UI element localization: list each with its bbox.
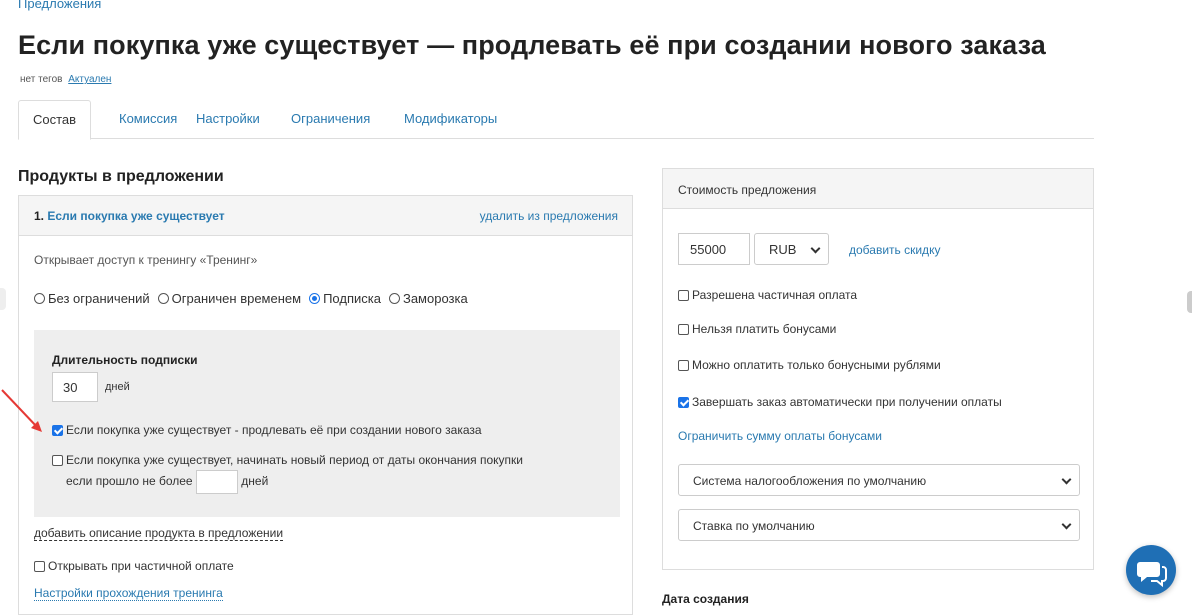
new-period-checkbox[interactable] — [52, 455, 63, 467]
radio-unlimited-label: Без ограничений — [48, 291, 150, 306]
tags-label: нет тегов — [20, 74, 63, 85]
chat-bubble-icon — [1137, 562, 1167, 588]
access-type-radio-group: Без ограничений Ограничен временем Подпи… — [34, 291, 468, 306]
radio-time-limited-label: Ограничен временем — [171, 291, 302, 306]
auto-complete-label: Завершать заказ автоматически при получе… — [692, 395, 1002, 409]
radio-freeze-dot[interactable] — [388, 293, 400, 304]
offer-meta: нет тегов Актуален — [20, 74, 111, 85]
radio-freeze-label: Заморозка — [402, 291, 468, 306]
radio-subscription-dot[interactable] — [309, 293, 321, 304]
new-period-days-unit: дней — [241, 474, 269, 489]
radio-time-limited-dot[interactable] — [157, 293, 169, 304]
tax-rate-select[interactable]: Ставка по умолчанию — [678, 509, 1080, 541]
bonus-only-checkbox[interactable] — [678, 360, 689, 372]
no-bonus-checkbox[interactable] — [678, 324, 689, 336]
limit-bonus-payment-link[interactable]: Ограничить сумму оплаты бонусами — [678, 429, 882, 443]
page-title: Если покупка уже существует — продлевать… — [18, 30, 1046, 60]
new-period-label: Если покупка уже существует, начинать но… — [66, 453, 523, 467]
tab-settings[interactable]: Настройки — [182, 100, 274, 139]
partial-payment-option[interactable]: Разрешена частичная оплата — [678, 288, 857, 302]
bonus-only-label: Можно оплатить только бонусными рублями — [692, 358, 941, 372]
subscription-duration-title: Длительность подписки — [52, 353, 198, 367]
new-period-days-row: если прошло не более дней — [66, 470, 268, 494]
new-period-days-input[interactable] — [195, 470, 238, 494]
radio-time-limited[interactable]: Ограничен временем — [157, 291, 302, 306]
created-date-label: Дата создания — [662, 592, 749, 606]
tax-system-value: Система налогообложения по умолчанию — [693, 474, 927, 488]
products-section-title: Продукты в предложении — [18, 168, 224, 185]
radio-subscription-label: Подписка — [323, 291, 381, 306]
partial-payment-checkbox[interactable] — [678, 290, 689, 302]
training-settings-link[interactable]: Настройки прохождения тренинга — [34, 586, 223, 601]
tab-composition[interactable]: Состав — [18, 100, 92, 140]
radio-freeze[interactable]: Заморозка — [388, 291, 468, 306]
partial-payment-label: Разрешена частичная оплата — [692, 288, 858, 302]
left-scroll-handle[interactable] — [0, 288, 6, 310]
chat-button[interactable] — [1126, 545, 1176, 595]
radio-unlimited[interactable]: Без ограничений — [34, 291, 150, 306]
radio-subscription[interactable]: Подписка — [309, 291, 381, 306]
subscription-settings-box: Длительность подписки 30 дней Если покуп… — [34, 330, 620, 517]
chevron-down-icon — [810, 243, 821, 254]
product-link[interactable]: Если покупка уже существует — [47, 209, 224, 223]
extend-purchase-label: Если покупка уже существует - продлевать… — [66, 423, 482, 437]
auto-complete-checkbox[interactable] — [678, 397, 689, 409]
red-arrow-icon — [1, 389, 42, 432]
subscription-duration-unit: дней — [105, 381, 130, 393]
chevron-down-icon — [1061, 519, 1072, 530]
extend-purchase-checkbox[interactable] — [52, 425, 63, 437]
tax-system-select[interactable]: Система налогообложения по умолчанию — [678, 464, 1080, 496]
price-input[interactable]: 55000 — [678, 233, 750, 265]
product-number: 1. — [34, 209, 45, 223]
price-panel: Стоимость предложения 55000 RUB добавить… — [662, 168, 1094, 570]
auto-complete-option[interactable]: Завершать заказ автоматически при получе… — [678, 395, 1002, 409]
extend-purchase-option[interactable]: Если покупка уже существует - продлевать… — [52, 423, 482, 437]
partial-payment-open-option[interactable]: Открывать при частичной оплате — [34, 559, 234, 573]
bonus-only-option[interactable]: Можно оплатить только бонусными рублями — [678, 358, 941, 372]
status-link[interactable]: Актуален — [68, 74, 111, 85]
currency-select[interactable]: RUB — [754, 233, 829, 265]
new-period-option[interactable]: Если покупка уже существует, начинать но… — [52, 453, 523, 467]
tab-restrictions[interactable]: Ограничения — [277, 100, 384, 139]
no-bonus-option[interactable]: Нельзя платить бонусами — [678, 322, 836, 336]
tab-modifiers[interactable]: Модификаторы — [390, 100, 511, 139]
new-period-condition-label: если прошло не более — [66, 474, 193, 489]
tab-bar: Состав Комиссия Настройки Ограничения Мо… — [18, 100, 1094, 140]
add-discount-link[interactable]: добавить скидку — [849, 243, 940, 257]
price-panel-header: Стоимость предложения — [663, 169, 1093, 209]
product-header: 1. Если покупка уже существует удалить и… — [19, 196, 632, 236]
tax-rate-value: Ставка по умолчанию — [693, 519, 815, 533]
product-panel: 1. Если покупка уже существует удалить и… — [18, 195, 633, 615]
product-title: 1. Если покупка уже существует — [34, 209, 225, 223]
radio-unlimited-dot[interactable] — [34, 293, 45, 304]
no-bonus-label: Нельзя платить бонусами — [692, 322, 837, 336]
partial-payment-open-label: Открывать при частичной оплате — [48, 559, 234, 573]
partial-payment-open-checkbox[interactable] — [34, 561, 45, 573]
remove-product-link[interactable]: удалить из предложения — [480, 209, 618, 223]
access-description: Открывает доступ к тренингу «Тренинг» — [34, 253, 258, 267]
add-product-description-link[interactable]: добавить описание продукта в предложении — [34, 526, 284, 541]
chevron-down-icon — [1061, 474, 1072, 485]
right-scroll-handle[interactable] — [1187, 291, 1192, 313]
subscription-duration-input[interactable]: 30 — [52, 372, 98, 402]
breadcrumb[interactable]: Предложения — [18, 0, 101, 11]
currency-value: RUB — [769, 242, 797, 257]
tab-commission[interactable]: Комиссия — [105, 100, 191, 139]
